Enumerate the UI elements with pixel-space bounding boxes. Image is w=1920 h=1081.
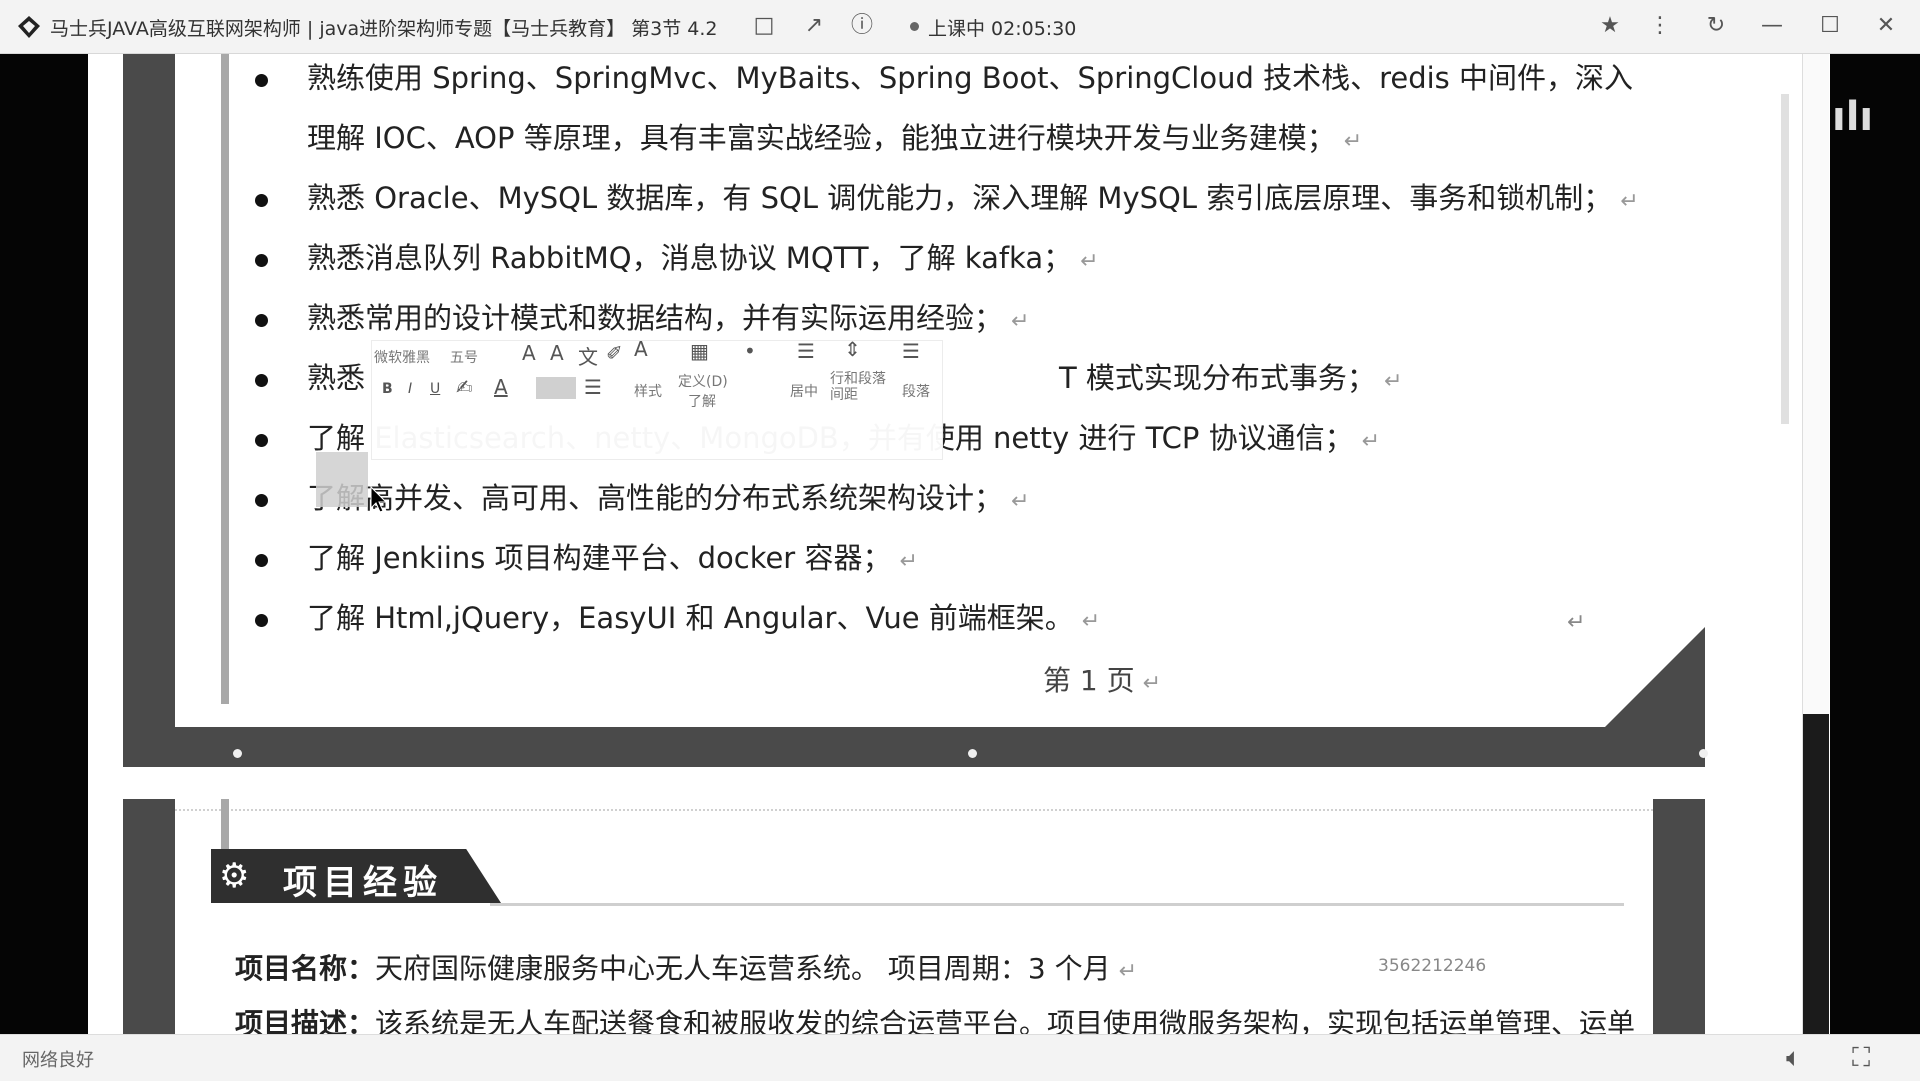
clear-format-icon[interactable]: ✐ bbox=[606, 341, 623, 365]
line-spacing-label[interactable]: 行和段落间距 bbox=[830, 371, 890, 403]
floating-format-toolbar[interactable]: 微软雅黑 五号 A A 文 ✐ A ▦ • ☰ ⇕ ☰ B I U ✍ A ☰ … bbox=[371, 337, 943, 460]
skill-text-suffix: T 模式实现分布式事务； ↵ bbox=[1059, 361, 1403, 395]
bullet bbox=[255, 494, 268, 507]
refresh-icon[interactable]: ↻ bbox=[1702, 12, 1730, 40]
minimize-icon[interactable]: — bbox=[1758, 12, 1786, 40]
skill-text: 熟悉 Oracle、MySQL 数据库，有 SQL 调优能力，深入理解 MySQ… bbox=[307, 181, 1639, 215]
bullet bbox=[255, 554, 268, 567]
skill-text-prefix: 熟悉 bbox=[307, 361, 366, 395]
section-underline bbox=[490, 903, 1624, 906]
watermark-id: 3562212246 bbox=[1378, 956, 1487, 976]
document-page-2 bbox=[123, 799, 1705, 1034]
grow-font-icon[interactable]: A bbox=[522, 341, 536, 365]
resize-handle[interactable] bbox=[233, 749, 242, 758]
bullet bbox=[255, 74, 268, 87]
cursor-arrow-icon bbox=[370, 486, 388, 513]
scrollbar-track[interactable] bbox=[1802, 54, 1829, 1034]
text-selection bbox=[316, 452, 368, 507]
skill-text: 了解高并发、高可用、高性能的分布式系统架构设计； ↵ bbox=[307, 481, 1030, 515]
understand-label: 了解 bbox=[688, 394, 716, 410]
header-divider bbox=[175, 809, 1653, 811]
bullet bbox=[255, 254, 268, 267]
project-name-label: 项目名称： bbox=[235, 952, 376, 985]
define-icon[interactable]: ▦ bbox=[690, 339, 709, 363]
font-name-select[interactable]: 微软雅黑 bbox=[374, 347, 430, 367]
video-right-border: ılı bbox=[1830, 54, 1920, 1034]
scrollbar-thumb[interactable] bbox=[1781, 94, 1789, 424]
indent-icon[interactable] bbox=[536, 377, 576, 399]
font-size-select[interactable]: 五号 bbox=[450, 347, 478, 367]
bilibili-logo-icon: ılı bbox=[1832, 94, 1874, 140]
diamond-logo-icon bbox=[18, 16, 40, 38]
section-title: 项目经验 bbox=[283, 863, 443, 903]
font-color-icon[interactable]: A bbox=[494, 375, 508, 399]
project-name-row: 项目名称：天府国际健康服务中心无人车运营系统。 项目周期：3 个月 ↵ bbox=[235, 952, 1138, 985]
maximize-icon[interactable]: ☐ bbox=[1816, 12, 1844, 40]
bullet bbox=[255, 194, 268, 207]
page-fold-corner bbox=[1565, 627, 1705, 767]
italic-button[interactable]: I bbox=[408, 381, 412, 397]
video-player[interactable]: ılı 熟练使用 Spring、SpringMvc、MyBaits、Spring… bbox=[0, 54, 1920, 1040]
define-label[interactable]: 定义(D) bbox=[678, 371, 728, 391]
popout-icon[interactable]: ↗ bbox=[800, 12, 828, 40]
skill-text: 熟悉常用的设计模式和数据结构，并有实际运用经验； ↵ bbox=[307, 301, 1030, 335]
skill-text: 理解 IOC、AOP 等原理，具有丰富实战经验，能独立进行模块开发与业务建模； ↵ bbox=[307, 121, 1363, 155]
fullscreen-icon[interactable]: ⛶ bbox=[1852, 1043, 1870, 1074]
resize-handle[interactable] bbox=[1699, 749, 1708, 758]
style-pane-icon[interactable]: A bbox=[634, 337, 648, 361]
live-dot bbox=[910, 22, 919, 31]
highlight-icon[interactable]: ✍ bbox=[456, 375, 473, 399]
skill-text: 熟悉消息队列 RabbitMQ，消息协议 MQTT，了解 kafka； ↵ bbox=[307, 241, 1099, 275]
gear-icon: ⚙ bbox=[219, 856, 250, 896]
thumbnail-strip[interactable] bbox=[1803, 714, 1829, 1034]
center-label[interactable]: 居中 bbox=[790, 381, 818, 401]
resize-handle[interactable] bbox=[968, 749, 977, 758]
page-sheet bbox=[175, 799, 1653, 1034]
close-icon[interactable]: ✕ bbox=[1872, 12, 1900, 40]
style-label[interactable]: 样式 bbox=[634, 381, 662, 401]
comment-icon[interactable]: □ bbox=[750, 12, 778, 40]
paragraph-icon[interactable]: ☰ bbox=[902, 339, 920, 363]
paragraph-label[interactable]: 段落 bbox=[902, 381, 930, 401]
skill-text: 熟练使用 Spring、SpringMvc、MyBaits、Spring Boo… bbox=[307, 61, 1634, 95]
shrink-font-icon[interactable]: A bbox=[550, 341, 564, 365]
bullet bbox=[255, 374, 268, 387]
status-bar: 网络良好 🔈︎ ⛶ bbox=[0, 1034, 1920, 1081]
network-status: 网络良好 bbox=[22, 1050, 94, 1071]
pin-icon[interactable]: ★ bbox=[1596, 12, 1624, 40]
title-bar: 马士兵JAVA高级互联网架构师 | java进阶架构师专题【马士兵教育】 第3节… bbox=[0, 0, 1920, 54]
phonetic-icon[interactable]: 文 bbox=[578, 341, 598, 370]
bullet bbox=[255, 614, 268, 627]
skill-text: 了解 Html,jQuery，EasyUI 和 Angular、Vue 前端框架… bbox=[307, 601, 1101, 635]
lesson-clock: 上课中 02:05:30 bbox=[928, 18, 1077, 40]
skill-text: 了解 Jenkiins 项目构建平台、docker 容器； ↵ bbox=[307, 541, 918, 575]
project-name-value: 天府国际健康服务中心无人车运营系统。 项目周期：3 个月 bbox=[375, 952, 1111, 985]
return-arrow-icon: ↵ bbox=[1567, 610, 1586, 635]
margin-line bbox=[221, 54, 229, 704]
window-title: 马士兵JAVA高级互联网架构师 | java进阶架构师专题【马士兵教育】 第3节… bbox=[50, 18, 718, 40]
volume-icon[interactable]: 🔈︎ bbox=[1786, 1043, 1802, 1074]
more-icon[interactable]: ⋮ bbox=[1646, 12, 1674, 40]
video-left-border bbox=[0, 54, 88, 1034]
align-center-icon[interactable]: ☰ bbox=[797, 339, 815, 363]
info-icon[interactable]: ⓘ bbox=[848, 12, 876, 40]
numbering-icon[interactable]: ☰ bbox=[584, 375, 602, 399]
page-number: 第 1 页 ↵ bbox=[1043, 664, 1162, 697]
bullets-icon[interactable]: • bbox=[744, 339, 756, 363]
underline-button[interactable]: U bbox=[430, 381, 440, 397]
bullet bbox=[255, 314, 268, 327]
section-banner: ⚙ 项目经验 bbox=[211, 849, 501, 903]
line-spacing-icon[interactable]: ⇕ bbox=[844, 337, 861, 361]
bold-button[interactable]: B bbox=[382, 381, 393, 397]
bullet bbox=[255, 434, 268, 447]
